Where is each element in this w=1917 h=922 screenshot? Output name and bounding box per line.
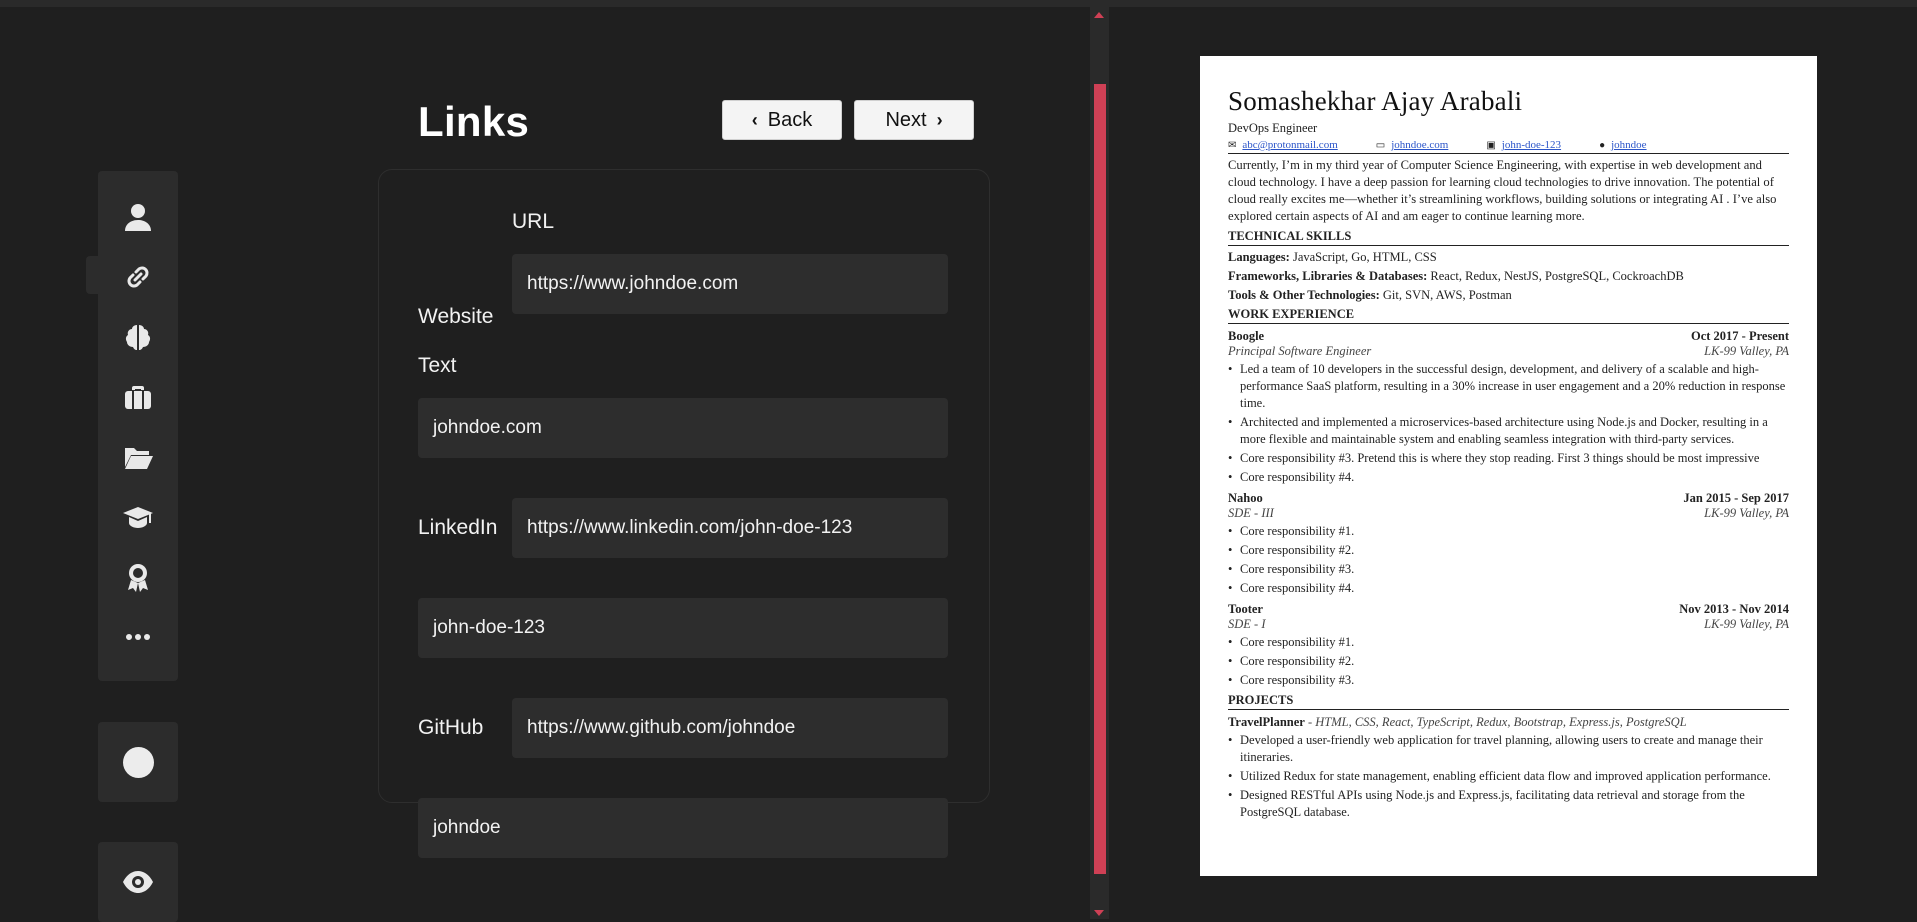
resume-name: Somashekhar Ajay Arabali xyxy=(1228,86,1523,116)
user-icon xyxy=(125,204,151,231)
resume-job: Nahoo Jan 2015 - Sep 2017 SDE - III LK-99 … xyxy=(1228,491,1789,595)
laptop-icon: ▭ xyxy=(1375,140,1386,151)
sidebar-item-more[interactable] xyxy=(98,610,178,664)
website-url-input[interactable]: https://www.johndoe.com xyxy=(512,254,948,314)
list-item: • Core responsibility #1. xyxy=(1228,635,1355,649)
link-icon xyxy=(127,266,149,288)
linkedin-text-input[interactable]: john-doe-123 xyxy=(418,598,948,658)
resume-contact-email: ✉ abc@protonmail.com xyxy=(1228,139,1338,151)
scroll-down-arrow-icon[interactable] xyxy=(1094,910,1104,916)
resume-projects-heading: PROJECTS xyxy=(1228,693,1789,710)
resume-job: Tooter Nov 2013 - Nov 2014 SDE - I LK-99 V… xyxy=(1228,602,1789,687)
sidebar-item-experience[interactable] xyxy=(98,370,178,424)
list-item: • Core responsibility #1. xyxy=(1228,524,1355,538)
back-button[interactable]: ‹ Back xyxy=(722,100,842,140)
chevron-right-icon: › xyxy=(936,109,943,130)
sidebar-item-projects[interactable] xyxy=(98,430,178,484)
resume-skills-heading: TECHNICAL SKILLS xyxy=(1228,229,1789,246)
resume-contact-website: ▭ johndoe.com xyxy=(1376,139,1449,151)
mail-icon: ✉ xyxy=(1228,140,1237,151)
github-label: GitHub xyxy=(418,716,484,739)
top-border xyxy=(0,0,1917,7)
resume-experience-heading: WORK EXPERIENCE xyxy=(1228,307,1789,324)
sidebar-item-certifications[interactable] xyxy=(98,550,178,604)
list-item: • Core responsibility #3. xyxy=(1228,673,1355,687)
website-link[interactable]: johndoe.com xyxy=(1391,139,1448,151)
award-icon xyxy=(128,564,148,592)
github-text-input[interactable]: johndoe xyxy=(418,798,948,858)
list-item: • Core responsibility #3. Pretend this is… xyxy=(1228,451,1760,465)
list-item: • Developed a user-friendly web applicati… xyxy=(1228,733,1763,764)
email-link[interactable]: abc@protonmail.com xyxy=(1242,139,1337,151)
preview-toggle-button[interactable] xyxy=(98,842,178,922)
list-item: • Utilized Redux for state management, en… xyxy=(1228,769,1771,783)
url-column-header: URL xyxy=(512,210,555,233)
next-button[interactable]: Next › xyxy=(854,100,974,140)
sidebar-item-profile[interactable] xyxy=(98,190,178,244)
page-title: Links xyxy=(418,98,530,145)
eye-icon xyxy=(123,871,153,893)
linkedin-url-input[interactable]: https://www.linkedin.com/john-doe-123 xyxy=(512,498,948,558)
graduation-cap-icon xyxy=(123,507,153,528)
linkedin-icon: ▣ xyxy=(1486,140,1496,151)
sidebar xyxy=(98,171,178,681)
next-button-label: Next xyxy=(885,108,927,131)
resume-skill-row: Tools & Other Technologies: Git, SVN, AW… xyxy=(1228,288,1512,302)
sidebar-item-skills[interactable] xyxy=(98,310,178,364)
sidebar-item-links[interactable] xyxy=(98,250,178,304)
github-url-input[interactable]: https://www.github.com/johndoe xyxy=(512,698,948,758)
resume-contact-github: ● johndoe xyxy=(1599,139,1647,151)
website-label: Website xyxy=(418,305,494,328)
list-item: • Designed RESTful APIs using Node.js and… xyxy=(1228,788,1745,819)
list-item: • Core responsibility #4. xyxy=(1228,470,1355,484)
resume-job: Boogle Oct 2017 - Present Principal Softw… xyxy=(1228,329,1789,484)
resume-project: TravelPlanner - HTML, CSS, React, TypeSc… xyxy=(1228,715,1789,821)
brain-icon xyxy=(125,325,151,350)
resume-summary: Currently, I’m in my third year of Compu… xyxy=(1228,158,1777,223)
linkedin-label: LinkedIn xyxy=(418,516,498,539)
list-item: • Architected and implemented a microserv… xyxy=(1228,415,1768,446)
scroll-up-arrow-icon[interactable] xyxy=(1094,12,1104,18)
list-item: • Core responsibility #2. xyxy=(1228,543,1355,557)
resume-contacts: ✉ abc@protonmail.com ▭ johndoe.com ▣ john-d… xyxy=(1228,139,1789,151)
theme-toggle-button[interactable] xyxy=(98,722,178,802)
linkedin-link[interactable]: john-doe-123 xyxy=(1502,139,1561,151)
list-item: • Core responsibility #3. xyxy=(1228,562,1355,576)
list-item: • Led a team of 10 developers in the succ… xyxy=(1228,362,1786,410)
resume-divider xyxy=(1228,153,1789,154)
scrollbar-thumb[interactable] xyxy=(1094,84,1106,874)
github-link[interactable]: johndoe xyxy=(1611,139,1646,151)
text-column-header: Text xyxy=(418,354,457,377)
circle-icon xyxy=(122,746,154,778)
list-item: • Core responsibility #2. xyxy=(1228,654,1355,668)
resume-preview: Somashekhar Ajay Arabali DevOps Engineer… xyxy=(1200,56,1817,876)
more-icon xyxy=(126,634,150,640)
back-button-label: Back xyxy=(767,108,813,131)
resume-skill-row: Languages: JavaScript, Go, HTML, CSS xyxy=(1228,250,1437,264)
briefcase-icon xyxy=(125,386,151,409)
list-item: • Core responsibility #4. xyxy=(1228,581,1355,595)
github-icon: ● xyxy=(1599,140,1606,151)
sidebar-item-education[interactable] xyxy=(98,490,178,544)
folder-open-icon xyxy=(125,448,153,469)
resume-contact-linkedin: ▣ john-doe-123 xyxy=(1486,139,1561,151)
resume-role: DevOps Engineer xyxy=(1228,121,1318,135)
chevron-left-icon: ‹ xyxy=(751,109,758,130)
website-text-input[interactable]: johndoe.com xyxy=(418,398,948,458)
resume-skill-row: Frameworks, Libraries & Databases: React… xyxy=(1228,269,1684,283)
